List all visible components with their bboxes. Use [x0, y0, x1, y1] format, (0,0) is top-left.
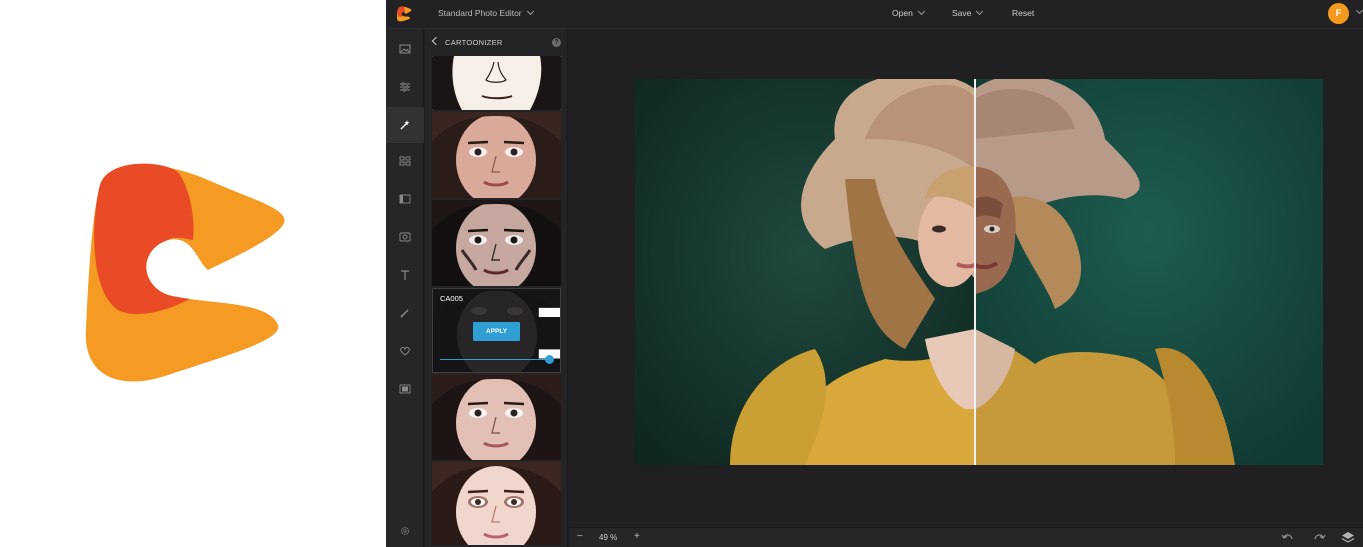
user-avatar[interactable]: F — [1328, 3, 1349, 24]
photo-preview[interactable] — [635, 79, 1323, 465]
photo-before-after-image — [635, 79, 1323, 465]
panel-header: CARTOONIZER ? — [425, 29, 568, 55]
frame-icon — [399, 194, 411, 204]
effect-preview-image — [432, 375, 561, 460]
brand-logo-icon — [85, 163, 285, 382]
zoom-in-button[interactable]: + — [634, 531, 640, 542]
tool-rail — [386, 29, 424, 547]
rail-item-film[interactable] — [386, 371, 424, 407]
rail-item-settings[interactable] — [386, 513, 424, 547]
back-arrow-icon[interactable] — [431, 36, 441, 46]
film-icon — [399, 384, 411, 394]
text-icon — [401, 270, 409, 280]
rail-item-text[interactable] — [386, 257, 424, 293]
effect-preview-image — [432, 56, 561, 110]
effect-thumbnail-ca002[interactable] — [432, 56, 561, 110]
editor-mode-dropdown[interactable]: Standard Photo Editor — [438, 7, 534, 18]
rail-item-draw[interactable] — [386, 295, 424, 331]
save-menu-button[interactable]: Save — [952, 7, 984, 18]
effect-preview-image — [432, 200, 561, 286]
rail-item-image[interactable] — [386, 31, 424, 67]
chevron-down-icon — [526, 7, 534, 16]
rail-item-layouts[interactable] — [386, 143, 424, 179]
panel-title: CARTOONIZER — [445, 38, 503, 47]
image-icon — [399, 44, 411, 54]
effect-thumbnail-ca005[interactable]: CA005 APPLY — [432, 288, 561, 373]
apply-effect-button[interactable]: APPLY — [473, 322, 520, 341]
chevron-down-icon — [917, 7, 925, 16]
editor-mode-label: Standard Photo Editor — [438, 8, 522, 18]
zoom-level-readout: 49 % — [599, 533, 618, 542]
photo-editor-app: Standard Photo Editor Open Save Reset F — [386, 0, 1363, 547]
effect-name-label: CA005 — [440, 294, 463, 303]
effect-preview-image — [432, 462, 561, 545]
photo-filter-icon — [399, 232, 411, 242]
brand-panel — [0, 0, 386, 547]
bottom-bar: − 49 % + — [569, 527, 1363, 547]
account-chevron-down-icon[interactable] — [1355, 6, 1363, 15]
top-bar: Standard Photo Editor Open Save Reset F — [386, 0, 1363, 29]
editor-canvas[interactable] — [569, 29, 1363, 527]
effect-thumbnail-ca007[interactable] — [432, 462, 561, 545]
open-menu-button[interactable]: Open — [892, 7, 925, 18]
rail-item-photo-filters[interactable] — [386, 219, 424, 255]
rail-item-frames[interactable] — [386, 181, 424, 217]
effect-thumbnail-ca003[interactable] — [432, 112, 561, 198]
rail-item-adjust[interactable] — [386, 69, 424, 105]
effect-intensity-slider-handle[interactable] — [545, 355, 554, 364]
open-menu-label: Open — [892, 8, 913, 18]
effect-thumbnail-ca004[interactable] — [432, 200, 561, 286]
brush-icon — [400, 309, 409, 318]
app-logo-icon[interactable] — [396, 6, 412, 22]
effects-panel: CARTOONIZER ? CA005 APPLY — [425, 29, 568, 547]
heart-icon — [400, 346, 410, 356]
rail-item-favorites[interactable] — [386, 333, 424, 369]
help-icon[interactable]: ? — [552, 38, 561, 47]
rail-item-effects[interactable] — [386, 107, 424, 143]
zoom-out-button[interactable]: − — [577, 531, 583, 542]
layers-icon[interactable] — [1341, 531, 1355, 545]
screenshot-root: Standard Photo Editor Open Save Reset F — [0, 0, 1363, 547]
adjust-icon — [400, 82, 410, 92]
chevron-down-icon — [976, 7, 984, 16]
effect-thumbnail-ca006[interactable] — [432, 375, 561, 460]
grid-icon — [399, 156, 411, 166]
undo-icon[interactable] — [1281, 532, 1294, 544]
reset-button[interactable]: Reset — [1012, 8, 1034, 18]
effect-preview-image — [432, 112, 561, 198]
redo-icon[interactable] — [1313, 532, 1326, 544]
save-menu-label: Save — [952, 8, 972, 18]
effect-intensity-slider-track[interactable] — [440, 359, 550, 360]
settings-icon — [400, 526, 410, 536]
magic-wand-icon — [400, 120, 410, 130]
